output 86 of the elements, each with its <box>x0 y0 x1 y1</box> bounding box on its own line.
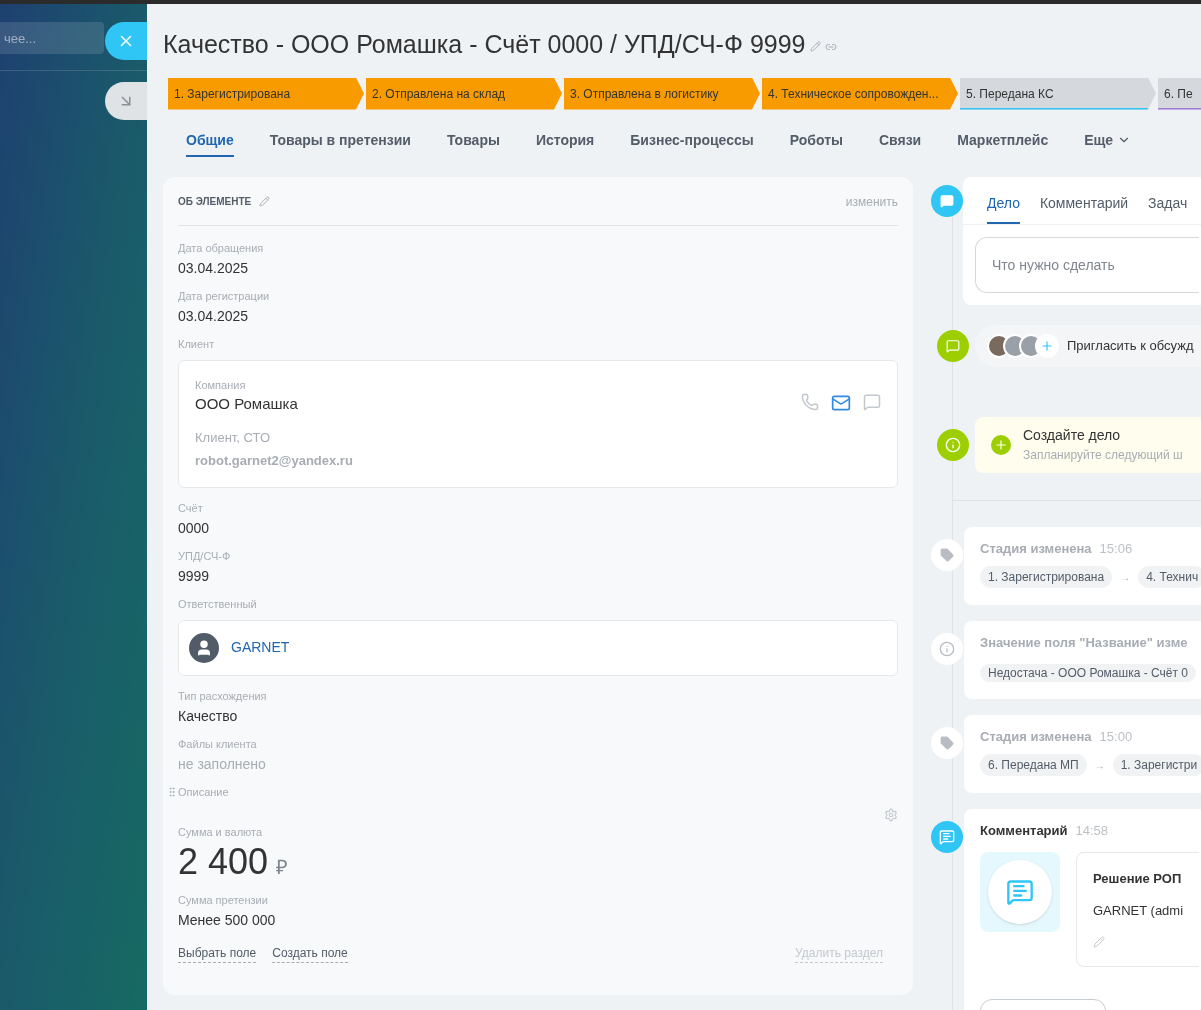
tab[interactable]: Товары в претензии <box>269 129 411 157</box>
composer-tab[interactable]: Дело <box>987 192 1020 224</box>
footer-link[interactable]: Выбрать поле <box>178 944 257 963</box>
field-value: 03.04.2025 <box>178 258 250 278</box>
comment-icon <box>931 820 963 853</box>
company-name: ООО Ромашка <box>195 394 299 414</box>
hint-subtitle: Запланируйте следующий ш <box>1023 447 1183 464</box>
close-button[interactable] <box>105 22 147 60</box>
composer-tab[interactable]: Комментарий <box>1039 192 1129 224</box>
field-label: УПД/СЧ-Ф <box>178 548 232 564</box>
edit-icon[interactable] <box>1093 936 1105 948</box>
settings-icon[interactable] <box>884 808 898 822</box>
invite-text: Пригласить к обсужд <box>1067 336 1194 355</box>
stage-chip: Недостача - ООО Ромашка - Счёт 0 <box>980 664 1196 682</box>
field-label: Счёт <box>178 500 204 516</box>
stage-chip: 1. Зарегистри <box>1112 754 1201 776</box>
info-icon <box>937 428 969 461</box>
stage-step[interactable]: 6. Пе <box>1158 77 1201 110</box>
field-value: не заполнено <box>178 754 267 774</box>
event-title: Стадия изменена <box>980 727 1092 746</box>
stage-step[interactable]: 4. Техническое сопровожден... <box>762 77 958 110</box>
page-title: Качество - ООО Ромашка - Счёт 0000 / УПД/СЧ-Ф 9999 <box>163 29 806 60</box>
event-time: 14:58 <box>1075 821 1109 840</box>
tag-icon <box>931 726 963 759</box>
field-label: Сумма и валюта <box>178 825 264 840</box>
stage-step[interactable]: 5. Передана КС <box>960 77 1156 110</box>
field-value: 9999 <box>178 566 211 586</box>
user-name[interactable]: GARNET <box>231 637 290 658</box>
field-label: Описание <box>178 784 229 800</box>
stage-chip: 6. Передана МП <box>980 754 1087 776</box>
field-value: Менее 500 000 <box>178 911 277 930</box>
chat-icon <box>937 329 969 362</box>
stage-step[interactable]: 3. Отправлена в логистику <box>564 77 760 110</box>
arrow-icon: → <box>1120 569 1131 585</box>
field-value: 0000 <box>178 518 211 538</box>
event-title: Комментарий <box>980 821 1068 840</box>
edit-icon[interactable] <box>259 196 271 207</box>
footer-link[interactable]: Создать поле <box>272 944 348 963</box>
tab[interactable]: Маркетплейс <box>957 129 1049 157</box>
event-title: Стадия изменена <box>980 539 1092 558</box>
edit-icon[interactable] <box>809 41 821 53</box>
field-label: Компания <box>195 377 247 393</box>
phone-icon[interactable] <box>801 392 819 411</box>
stage-chip: 4. Технич <box>1138 566 1201 588</box>
tab[interactable]: Товары <box>446 129 500 157</box>
comment-icon <box>1006 878 1034 906</box>
currency-sign: ₽ <box>276 855 289 880</box>
invite-bar[interactable]: Пригласить к обсужд <box>975 324 1201 367</box>
field-label: Тип расхождения <box>178 688 268 704</box>
add-icon[interactable] <box>1035 333 1059 358</box>
event-time: 15:00 <box>1099 727 1133 746</box>
field-value: 03.04.2025 <box>178 306 250 326</box>
user-avatar-icon <box>189 632 219 663</box>
amount-value: 2 400 <box>178 840 269 884</box>
info-icon <box>931 632 963 665</box>
add-icon[interactable] <box>991 434 1011 455</box>
field-value: Качество <box>178 706 239 726</box>
stage-step[interactable]: 2. Отправлена на склад <box>366 77 562 110</box>
chat-icon[interactable] <box>863 392 881 411</box>
composer-tab[interactable]: Задач <box>1148 192 1188 224</box>
client-role: Клиент, СТО <box>195 428 271 447</box>
stage-chip: 1. Зарегистрирована <box>980 566 1113 588</box>
minimize-button[interactable] <box>105 82 147 120</box>
event-time: 15:06 <box>1099 539 1133 558</box>
tab[interactable]: Связи <box>878 129 922 157</box>
tab[interactable]: История <box>535 129 595 157</box>
field-label: Ответственный <box>178 596 258 612</box>
field-label: Сумма претензии <box>178 893 269 908</box>
stage-step[interactable]: 1. Зарегистрирована <box>168 77 364 110</box>
field-label: Файлы клиента <box>178 736 258 752</box>
comment-author: GARNET (admi <box>1093 901 1184 920</box>
tab[interactable]: Еще <box>1084 129 1132 157</box>
task-input-field[interactable]: Что нужно сделать <box>975 236 1200 293</box>
drag-handle-icon[interactable] <box>166 785 178 798</box>
field-label: Дата обращения <box>178 240 265 256</box>
comment-heading: Решение РОП <box>1093 870 1183 888</box>
hint-title: Создайте дело <box>1023 426 1122 445</box>
field-label: Клиент <box>178 336 216 352</box>
section-title: ОБ ЭЛЕМЕНТЕ <box>178 195 252 209</box>
field-label: Дата регистрации <box>178 288 271 304</box>
arrow-icon: → <box>1094 757 1105 773</box>
tag-icon <box>931 538 963 571</box>
tab[interactable]: Роботы <box>789 129 843 157</box>
tab[interactable]: Общие <box>186 129 234 157</box>
tab[interactable]: Бизнес-процессы <box>630 129 754 157</box>
event-title: Значение поля "Название" изме <box>980 633 1189 652</box>
